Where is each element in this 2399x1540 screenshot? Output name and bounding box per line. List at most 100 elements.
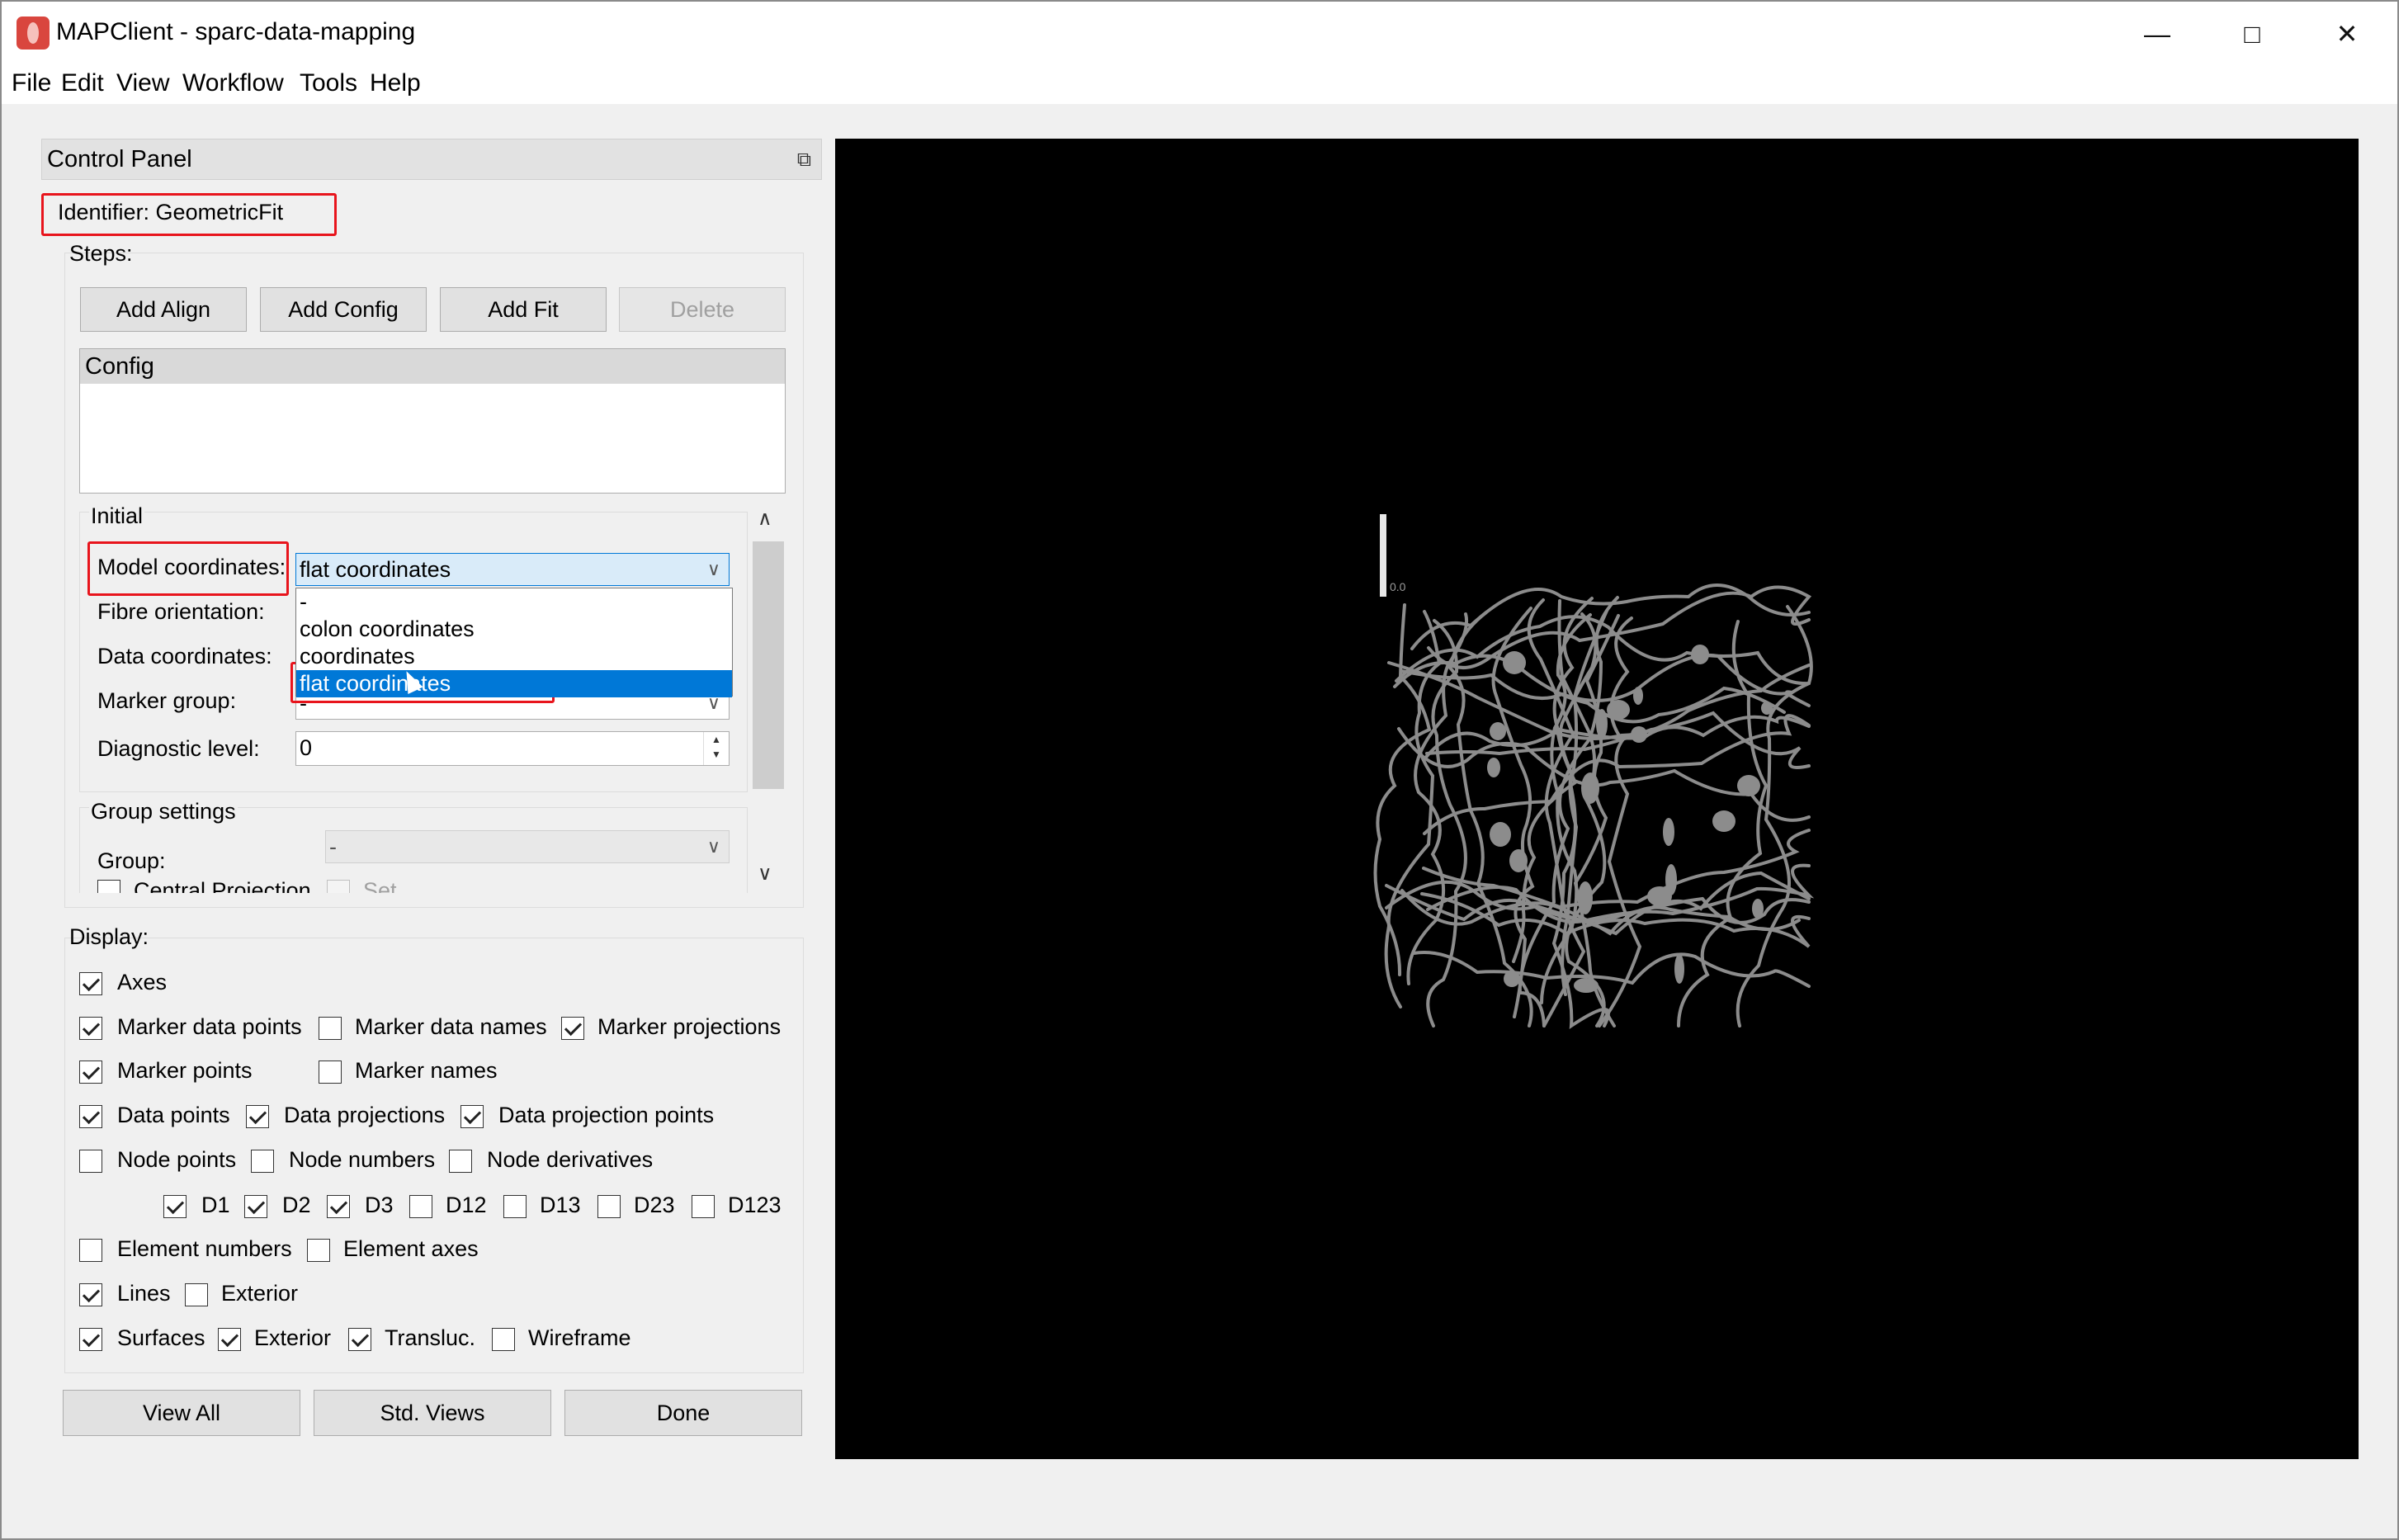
- view-all-button[interactable]: View All: [63, 1390, 300, 1436]
- spinbox-arrows-icon[interactable]: ▲ ▼: [703, 732, 729, 765]
- add-fit-button[interactable]: Add Fit: [440, 287, 607, 332]
- diagnostic-level-label: Diagnostic level:: [97, 736, 260, 761]
- marker-names-label: Marker names: [355, 1058, 498, 1083]
- 3d-viewer[interactable]: 0.0: [835, 139, 2359, 1459]
- minimize-button[interactable]: —: [2110, 2, 2204, 66]
- dropdown-option-none[interactable]: -: [296, 588, 732, 616]
- surfaces-exterior-label: Exterior: [254, 1325, 332, 1350]
- delete-button[interactable]: Delete: [619, 287, 786, 332]
- model-coordinates-dropdown[interactable]: - colon coordinates coordinates flat coo…: [295, 588, 733, 697]
- d1-checkbox[interactable]: [163, 1195, 187, 1218]
- marker-blob: [1712, 810, 1735, 832]
- element-axes-checkbox[interactable]: [307, 1239, 330, 1262]
- undock-icon[interactable]: ⧉: [797, 149, 811, 172]
- axis-bar: [1380, 514, 1386, 597]
- data-projections-label: Data projections: [284, 1103, 446, 1127]
- application-window: MAPClient - sparc-data-mapping — □ ✕ Fil…: [0, 0, 2399, 1540]
- surfaces-checkbox[interactable]: [79, 1328, 102, 1351]
- lines-checkbox[interactable]: [79, 1283, 102, 1306]
- d12-checkbox[interactable]: [409, 1195, 432, 1218]
- marker-blob: [1596, 709, 1608, 739]
- model-coordinates-combo[interactable]: flat coordinates ∨: [295, 553, 730, 586]
- steps-list[interactable]: Config: [79, 348, 786, 494]
- marker-blob: [1631, 726, 1647, 743]
- menu-edit[interactable]: Edit: [61, 69, 104, 97]
- done-button[interactable]: Done: [564, 1390, 802, 1436]
- fibre-line: [1412, 951, 1811, 988]
- add-config-button[interactable]: Add Config: [260, 287, 427, 332]
- d2-checkbox[interactable]: [244, 1195, 267, 1218]
- node-numbers-checkbox[interactable]: [251, 1150, 274, 1173]
- menu-file[interactable]: File: [12, 69, 51, 97]
- marker-projections-checkbox[interactable]: [561, 1017, 584, 1040]
- steps-list-item-config[interactable]: Config: [80, 349, 785, 384]
- marker-data-names-checkbox[interactable]: [319, 1017, 342, 1040]
- marker-data-names-label: Marker data names: [355, 1014, 547, 1039]
- wireframe-label: Wireframe: [528, 1325, 631, 1350]
- marker-blob: [1578, 881, 1593, 914]
- element-numbers-label: Element numbers: [117, 1236, 292, 1261]
- data-projection-points-checkbox[interactable]: [460, 1105, 484, 1128]
- node-numbers-label: Node numbers: [289, 1147, 436, 1172]
- d23-checkbox[interactable]: [597, 1195, 621, 1218]
- axes: 0.0: [1380, 514, 1406, 597]
- std-views-button[interactable]: Std. Views: [314, 1390, 551, 1436]
- set-label: Set: [363, 878, 397, 893]
- d2-label: D2: [282, 1193, 311, 1217]
- marker-blob: [1737, 775, 1760, 796]
- surfaces-exterior-checkbox[interactable]: [218, 1328, 241, 1351]
- scrollbar-thumb[interactable]: [753, 541, 784, 789]
- d1-label: D1: [201, 1193, 230, 1217]
- wireframe-checkbox[interactable]: [492, 1328, 515, 1351]
- element-numbers-checkbox[interactable]: [79, 1239, 102, 1262]
- data-projections-checkbox[interactable]: [246, 1105, 269, 1128]
- d3-checkbox[interactable]: [327, 1195, 350, 1218]
- group-combo[interactable]: - ∨: [325, 830, 730, 863]
- close-button[interactable]: ✕: [2300, 2, 2394, 66]
- data-projection-points-label: Data projection points: [498, 1103, 715, 1127]
- marker-blob: [1503, 651, 1526, 674]
- marker-names-checkbox[interactable]: [319, 1061, 342, 1084]
- menu-view[interactable]: View: [116, 69, 169, 97]
- maximize-button[interactable]: □: [2205, 2, 2299, 66]
- node-points-checkbox[interactable]: [79, 1150, 102, 1173]
- d123-label: D123: [728, 1193, 782, 1217]
- dropdown-option-colon-coordinates[interactable]: colon coordinates: [296, 616, 732, 643]
- axis-label: 0.0: [1390, 580, 1406, 593]
- menu-tools[interactable]: Tools: [300, 69, 357, 97]
- settings-scrollbar[interactable]: ∧ ∨: [749, 505, 784, 893]
- d13-checkbox[interactable]: [503, 1195, 527, 1218]
- control-panel-header[interactable]: Control Panel ⧉: [41, 139, 822, 180]
- surfaces-label: Surfaces: [117, 1325, 205, 1350]
- marker-points-checkbox[interactable]: [79, 1061, 102, 1084]
- add-align-button[interactable]: Add Align: [80, 287, 247, 332]
- lines-exterior-label: Exterior: [221, 1281, 299, 1306]
- node-points-label: Node points: [117, 1147, 237, 1172]
- menu-workflow[interactable]: Workflow: [182, 69, 284, 97]
- dropdown-option-flat-coordinates[interactable]: flat coordinates: [296, 670, 732, 697]
- title-bar[interactable]: MAPClient - sparc-data-mapping — □ ✕: [2, 2, 2397, 66]
- model-coordinates-highlight: [87, 541, 289, 596]
- marker-blob: [1574, 978, 1599, 993]
- d123-checkbox[interactable]: [692, 1195, 715, 1218]
- fibre-mesh: [1373, 583, 1815, 1029]
- fibre-line: [1557, 599, 1607, 1027]
- scroll-up-icon[interactable]: ∧: [758, 507, 772, 531]
- marker-blob: [1490, 822, 1511, 847]
- marker-blob: [1490, 722, 1506, 740]
- central-projection-checkbox[interactable]: [97, 880, 120, 893]
- marker-blob: [1674, 954, 1684, 984]
- dropdown-option-coordinates[interactable]: coordinates: [296, 643, 732, 670]
- scroll-down-icon[interactable]: ∨: [758, 862, 772, 886]
- data-points-checkbox[interactable]: [79, 1105, 102, 1128]
- transluc-checkbox[interactable]: [348, 1328, 371, 1351]
- marker-data-points-checkbox[interactable]: [79, 1017, 102, 1040]
- axes-checkbox[interactable]: [79, 972, 102, 995]
- marker-blob: [1607, 700, 1630, 720]
- set-checkbox[interactable]: [327, 880, 350, 893]
- menu-help[interactable]: Help: [370, 69, 421, 97]
- node-derivatives-checkbox[interactable]: [449, 1150, 472, 1173]
- lines-exterior-checkbox[interactable]: [185, 1283, 208, 1306]
- model-coordinates-value: flat coordinates: [300, 557, 451, 582]
- diagnostic-level-spinbox[interactable]: 0 ▲ ▼: [295, 731, 730, 766]
